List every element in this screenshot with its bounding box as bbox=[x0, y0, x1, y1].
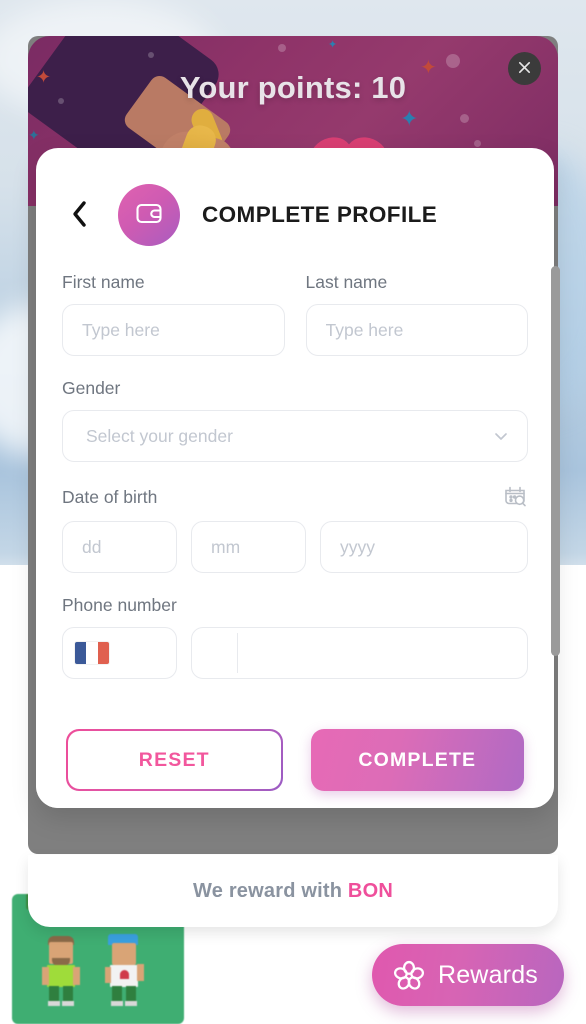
close-button[interactable] bbox=[508, 52, 541, 85]
phone-number-input[interactable] bbox=[191, 627, 528, 679]
first-name-input[interactable] bbox=[62, 304, 285, 356]
phone-number-field: Phone number bbox=[62, 595, 528, 679]
dob-month-input[interactable] bbox=[191, 521, 306, 573]
gender-field: Gender Select your gender bbox=[62, 378, 528, 462]
app-root: Rewards ✦ ✦ ✦ ✦ ✦ Your points: 10 COMPLE… bbox=[0, 0, 586, 1024]
modal-header: COMPLETE PROFILE bbox=[36, 148, 554, 246]
first-name-field: First name bbox=[62, 272, 285, 356]
name-row: First name Last name bbox=[62, 272, 528, 356]
reward-footer-text: We reward with BON bbox=[193, 880, 393, 903]
reward-footer-brand: BON bbox=[347, 879, 393, 902]
phone-divider bbox=[237, 633, 238, 673]
flag-france-icon bbox=[75, 642, 109, 664]
page-title: COMPLETE PROFILE bbox=[202, 202, 438, 227]
chevron-left-icon bbox=[68, 199, 90, 232]
wallet-badge bbox=[118, 184, 180, 246]
last-name-label: Last name bbox=[305, 272, 388, 292]
wallet-icon bbox=[133, 197, 165, 234]
gender-select-value: Select your gender bbox=[86, 425, 233, 446]
flower-icon bbox=[392, 958, 426, 992]
last-name-input[interactable] bbox=[305, 304, 528, 356]
gender-select[interactable]: Select your gender bbox=[62, 410, 528, 462]
back-button[interactable] bbox=[62, 195, 96, 235]
date-of-birth-field: Date of birth bbox=[62, 484, 528, 573]
first-name-label: First name bbox=[62, 272, 145, 292]
complete-button[interactable]: COMPLETE bbox=[310, 729, 524, 791]
reward-footer: We reward with BON bbox=[28, 855, 558, 927]
date-of-birth-label: Date of birth bbox=[62, 486, 158, 507]
modal-scrollbar[interactable] bbox=[551, 266, 560, 656]
phone-number-label: Phone number bbox=[62, 595, 177, 615]
close-icon bbox=[517, 60, 532, 78]
action-bar: RESET COMPLETE bbox=[36, 712, 554, 808]
rewards-fab-button[interactable]: Rewards bbox=[371, 944, 564, 1006]
profile-form: First name Last name Gender Select your … bbox=[36, 246, 554, 679]
reset-button[interactable]: RESET bbox=[66, 729, 283, 791]
points-text: Your points: 10 bbox=[179, 70, 407, 105]
reward-footer-prefix: We reward with bbox=[193, 879, 348, 902]
dob-year-input[interactable] bbox=[320, 521, 528, 573]
rewards-fab-label: Rewards bbox=[437, 960, 538, 989]
dob-day-input[interactable] bbox=[62, 521, 177, 573]
last-name-field: Last name bbox=[305, 272, 528, 356]
calendar-search-icon[interactable] bbox=[502, 484, 528, 510]
gender-label: Gender bbox=[62, 378, 121, 398]
complete-profile-modal: COMPLETE PROFILE First name Last name Ge… bbox=[36, 148, 554, 808]
country-code-select[interactable] bbox=[62, 627, 177, 679]
reset-button-label: RESET bbox=[67, 730, 281, 790]
